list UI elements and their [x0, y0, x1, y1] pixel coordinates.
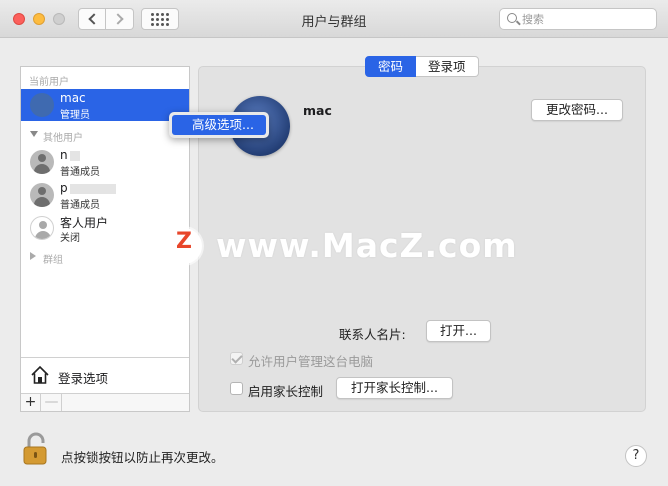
open-contact-button[interactable]: 打开...	[426, 320, 491, 342]
advanced-options-menu-item[interactable]: 高级选项...	[172, 115, 266, 135]
account-name: mac	[303, 103, 332, 118]
groups-header: 群组	[43, 255, 63, 266]
watermark-logo-letter: Z	[176, 229, 192, 254]
user-row-n[interactable]: n 普通成员	[21, 146, 189, 178]
login-options-item[interactable]: 登录选项	[21, 357, 189, 393]
remove-user-button[interactable]: —	[42, 394, 62, 411]
tab-login-items[interactable]: 登录项	[416, 56, 479, 77]
redacted-mark	[69, 183, 116, 194]
avatar	[30, 150, 54, 174]
context-menu: 高级选项...	[169, 112, 269, 138]
user-role: 关闭	[60, 233, 80, 244]
user-name: n	[60, 148, 68, 162]
parental-controls-checkbox[interactable]	[230, 382, 243, 395]
allow-admin-checkbox[interactable]	[230, 352, 243, 365]
users-groups-window: 用户与群组 当前用户 mac 管理员 其他用户 n 普通成员 p 普通成员 客人…	[0, 0, 668, 486]
user-role: 普通成员	[60, 200, 100, 211]
parental-controls-label: 启用家长控制	[248, 384, 324, 399]
user-name: mac	[60, 91, 86, 105]
sidebar-toolbar: + —	[21, 393, 189, 411]
login-options-label: 登录选项	[58, 371, 109, 386]
allow-admin-label: 允许用户管理这台电脑	[248, 354, 374, 369]
titlebar: 用户与群组	[0, 0, 668, 38]
contact-card-label: 联系人名片:	[339, 327, 406, 342]
lock-icon[interactable]	[20, 432, 52, 466]
help-icon[interactable]: ?	[625, 445, 647, 467]
users-sidebar: 当前用户 mac 管理员 其他用户 n 普通成员 p 普通成员 客人用户 关闭 …	[20, 66, 190, 412]
open-parental-controls-button[interactable]: 打开家长控制...	[336, 377, 453, 399]
user-name: p	[60, 181, 68, 195]
guest-avatar	[30, 216, 54, 240]
watermark: Z www.MacZ.com	[166, 226, 518, 266]
disclosure-triangle-icon[interactable]	[30, 252, 36, 260]
user-row-guest[interactable]: 客人用户 关闭	[21, 212, 189, 244]
user-role: 普通成员	[60, 167, 100, 178]
user-row-p[interactable]: p 普通成员	[21, 179, 189, 211]
disclosure-triangle-icon[interactable]	[30, 131, 38, 137]
avatar	[30, 93, 54, 117]
tab-password[interactable]: 密码	[365, 56, 417, 77]
lock-hint-text: 点按锁按钮以防止再次更改。	[61, 450, 224, 465]
search-field[interactable]	[499, 8, 657, 30]
current-users-header: 当前用户	[29, 77, 69, 88]
house-icon	[31, 365, 49, 384]
user-role: 管理员	[60, 110, 90, 121]
search-icon	[507, 13, 517, 23]
redacted-mark	[69, 150, 80, 161]
search-input[interactable]	[522, 11, 652, 27]
other-users-header: 其他用户	[43, 133, 83, 144]
user-row-mac[interactable]: mac 管理员	[21, 89, 189, 121]
watermark-text: www.MacZ.com	[216, 226, 518, 265]
avatar	[30, 183, 54, 207]
tab-bar: 密码 登录项	[365, 56, 479, 77]
add-user-button[interactable]: +	[21, 394, 41, 411]
change-password-button[interactable]: 更改密码...	[531, 99, 623, 121]
